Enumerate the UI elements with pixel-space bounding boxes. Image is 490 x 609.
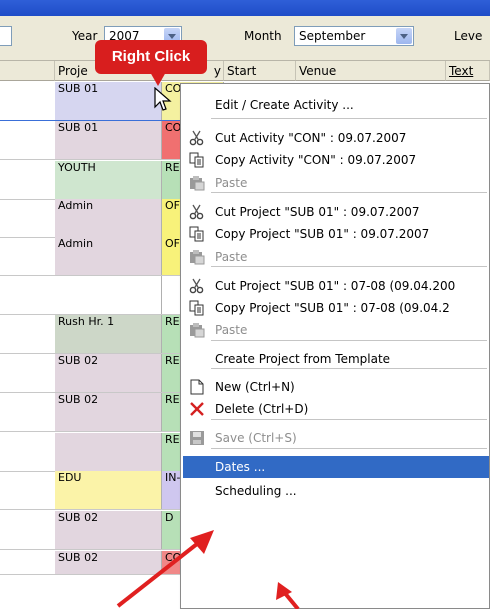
menu-item-label: Paste [215,250,248,264]
menu-item: Save (Ctrl+S) [183,427,489,449]
menu-item-label: Edit / Create Activity ... [215,98,354,112]
new-doc-icon [189,379,205,395]
menu-item[interactable]: Delete (Ctrl+D) [183,398,489,420]
menu-item-label: Copy Activity "CON" : 09.07.2007 [215,153,417,167]
column-header-start[interactable]: Start [224,61,296,81]
paste-icon [189,322,205,338]
title-bar [0,0,490,16]
month-select[interactable]: September [294,26,414,46]
project-cell[interactable]: Admin [55,199,162,237]
menu-item-label: Scheduling ... [215,484,297,498]
menu-item-label: Cut Project "SUB 01" : 09.07.2007 [215,205,420,219]
menu-item[interactable]: Copy Project "SUB 01" : 09.07.2007 [183,223,489,245]
menu-item[interactable]: Copy Activity "CON" : 09.07.2007 [183,149,489,171]
month-value: September [299,29,366,43]
project-cell[interactable]: Rush Hr. 1 [55,315,162,353]
menu-item-label: Dates ... [215,460,266,474]
column-header-venue[interactable]: Venue [296,61,446,81]
project-cell[interactable]: SUB 02 [55,393,162,431]
menu-item[interactable]: Copy Project "SUB 01" : 07-08 (09.04.2 [183,297,489,319]
red-arrow-icon [116,530,214,608]
mouse-pointer-icon [154,87,172,111]
year-label: Year [72,29,98,43]
selected-row-line [0,120,180,121]
menu-separator [211,118,487,119]
project-cell[interactable]: SUB 01 [55,121,162,159]
row-header-col [0,61,55,81]
menu-item[interactable]: Scheduling ... [183,480,489,502]
callout-tail [150,72,166,86]
menu-item-label: Create Project from Template [215,352,391,366]
project-cell[interactable]: SUB 02 [55,354,162,392]
menu-item[interactable]: Cut Activity "CON" : 09.07.2007 [183,127,489,149]
copy-icon [189,300,205,316]
menu-item: Paste [183,319,489,341]
copy-icon [189,226,205,242]
context-menu: Edit / Create Activity ... Cut Activity "… [180,83,490,609]
menu-item-label: New (Ctrl+N) [215,380,295,394]
menu-item-label: Save (Ctrl+S) [215,431,297,445]
menu-item-label: Paste [215,323,248,337]
toolbar: Year 2007 Month September Leve [0,16,490,61]
right-click-callout: Right Click [95,40,207,74]
paste-icon [189,175,205,191]
save-icon [189,430,205,446]
project-cell[interactable]: EDU [55,471,162,509]
scissors-icon [189,278,205,294]
copy-icon [189,152,205,168]
red-arrow-icon [276,582,300,609]
paste-icon [189,249,205,265]
project-cell[interactable]: YOUTH [55,161,162,199]
project-cell[interactable] [55,276,162,314]
scissors-icon [189,204,205,220]
level-label: Leve [454,29,483,43]
menu-item-label: Cut Activity "CON" : 09.07.2007 [215,131,407,145]
menu-item[interactable]: Edit / Create Activity ... [183,94,489,116]
menu-item[interactable]: Create Project from Template [183,348,489,370]
project-cell[interactable] [55,433,162,471]
month-label: Month [244,29,282,43]
menu-item-label: Paste [215,176,248,190]
menu-item[interactable]: Cut Project "SUB 01" : 07-08 (09.04.200 [183,275,489,297]
menu-item: Paste [183,246,489,268]
project-cell[interactable]: SUB 01 [55,82,162,120]
menu-item-label: Cut Project "SUB 01" : 07-08 (09.04.200 [215,279,456,293]
left-field[interactable] [0,26,12,46]
delete-icon [189,401,205,417]
menu-item-label: Delete (Ctrl+D) [215,402,309,416]
menu-item: Paste [183,172,489,194]
chevron-down-icon[interactable] [396,28,412,44]
menu-item-label: Copy Project "SUB 01" : 09.07.2007 [215,227,430,241]
menu-item-label: Copy Project "SUB 01" : 07-08 (09.04.2 [215,301,450,315]
scissors-icon [189,130,205,146]
project-cell[interactable]: Admin [55,237,162,275]
menu-item[interactable]: New (Ctrl+N) [183,376,489,398]
menu-item[interactable]: Dates ... [183,456,489,478]
column-header-text[interactable]: Text [446,61,490,81]
menu-item[interactable]: Cut Project "SUB 01" : 09.07.2007 [183,201,489,223]
